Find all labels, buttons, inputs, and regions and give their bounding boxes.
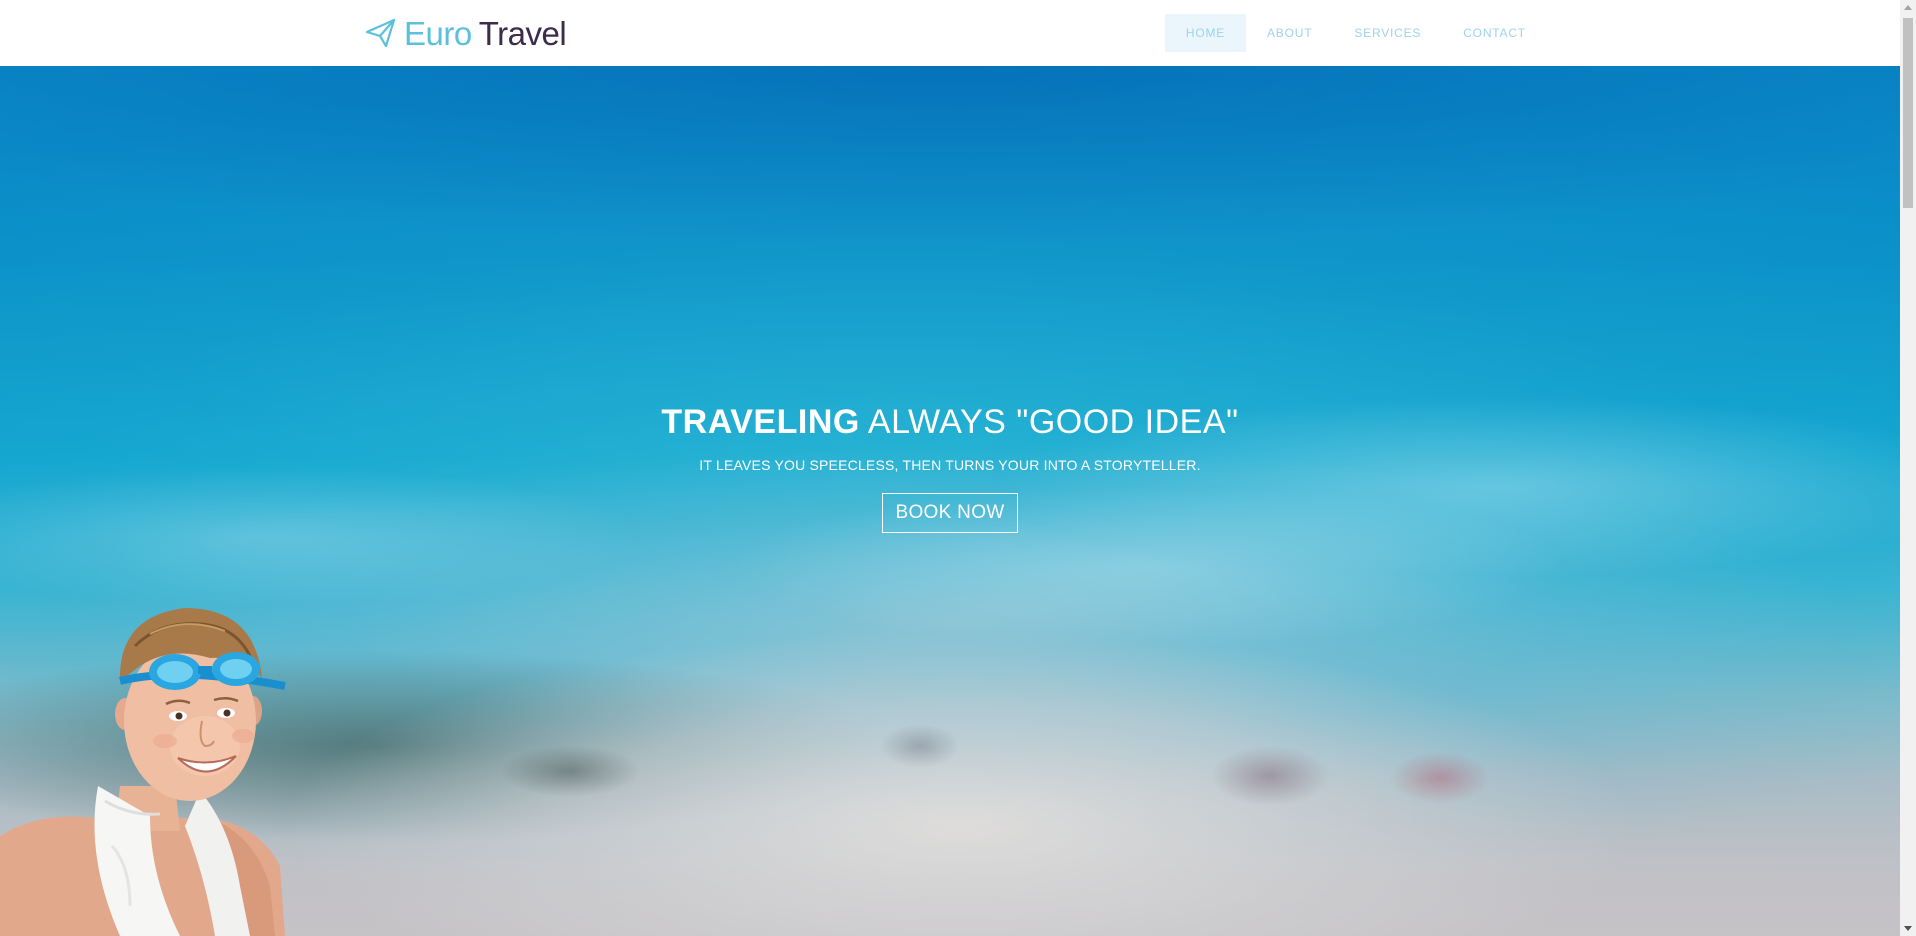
boy-with-goggles-image <box>0 608 286 936</box>
nav-item-services[interactable]: SERVICES <box>1333 14 1442 52</box>
scroll-thumb[interactable] <box>1903 18 1913 208</box>
nav-item-home[interactable]: HOME <box>1165 14 1246 52</box>
brand-word-travel: Travel <box>478 14 567 52</box>
page: Euro Travel HOME ABOUT SERVICES CONTACT T… <box>0 0 1916 936</box>
nav-item-contact[interactable]: CONTACT <box>1442 14 1547 52</box>
hero-title-rest: ALWAYS "GOOD IDEA" <box>867 403 1239 441</box>
scroll-down-arrow-icon[interactable] <box>1904 926 1912 931</box>
page-scrollbar[interactable] <box>1900 0 1916 936</box>
book-now-button[interactable]: BOOK NOW <box>882 492 1018 533</box>
nav-item-about[interactable]: ABOUT <box>1246 14 1333 52</box>
brand-word-euro: Euro <box>404 14 472 52</box>
brand-name: Euro Travel <box>404 14 567 52</box>
hero-banner: TRAVELING ALWAYS "GOOD IDEA" IT LEAVES Y… <box>0 66 1900 936</box>
paper-plane-icon <box>364 16 398 50</box>
hero-title-strong: TRAVELING <box>661 403 860 441</box>
navbar: Euro Travel HOME ABOUT SERVICES CONTACT <box>0 0 1900 66</box>
hero-title: TRAVELING ALWAYS "GOOD IDEA" <box>0 402 1900 443</box>
hero-subtitle: IT LEAVES YOU SPEECLESS, THEN TURNS YOUR… <box>699 456 1201 473</box>
hero-content: TRAVELING ALWAYS "GOOD IDEA" IT LEAVES Y… <box>0 402 1900 533</box>
scroll-up-arrow-icon[interactable] <box>1904 5 1912 10</box>
brand-logo-link[interactable]: Euro Travel <box>364 12 567 54</box>
main-nav: HOME ABOUT SERVICES CONTACT <box>1165 14 1547 52</box>
